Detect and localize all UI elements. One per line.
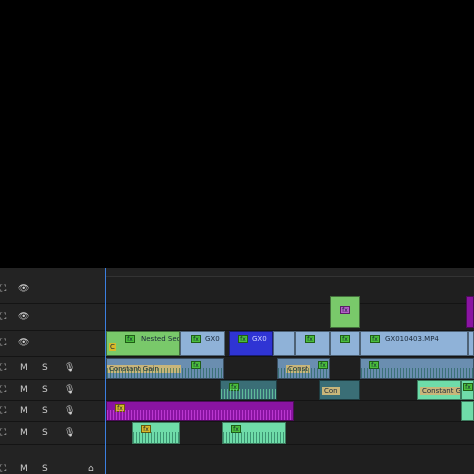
- audio-clip[interactable]: fx Constant Gain: [106, 358, 224, 379]
- fx-badge: fx: [370, 335, 380, 343]
- toggle-sync-lock-icon[interactable]: ⛶: [0, 464, 6, 474]
- audio-clip[interactable]: fx: [461, 380, 474, 400]
- fx-badge: fx: [340, 306, 350, 314]
- track-v3: ⛶ 👁: [0, 276, 474, 303]
- audio-clip[interactable]: fx: [132, 422, 180, 444]
- audio-clip[interactable]: fx: [220, 380, 277, 400]
- mute-button[interactable]: M: [20, 385, 28, 395]
- track-a4: ⛶ M S 🎙 fx fx: [0, 422, 474, 444]
- timeline-panel: ⛶ 👁 ⛶ 👁 fx ⛶ 👁 fx Nested Seq C fx GX0 fx…: [0, 268, 474, 474]
- fx-badge: fx: [238, 335, 248, 343]
- clip-label: Constant G: [420, 387, 460, 395]
- audio-clip[interactable]: fx: [106, 401, 294, 421]
- expand-icon[interactable]: ⌂: [88, 464, 94, 474]
- video-clip-selected[interactable]: fx GX0: [229, 331, 273, 356]
- fx-badge: fx: [305, 335, 315, 343]
- clip-label: Con: [322, 387, 340, 395]
- fx-badge: fx: [340, 335, 350, 343]
- microphone-icon[interactable]: 🎙: [64, 428, 75, 438]
- solo-button[interactable]: S: [42, 406, 48, 416]
- video-clip[interactable]: fx: [330, 331, 360, 356]
- clip-label: Nested Seq: [141, 335, 180, 343]
- fx-badge: fx: [463, 383, 473, 391]
- track-v2: ⛶ 👁 fx: [0, 296, 474, 330]
- mute-button[interactable]: M: [20, 428, 28, 438]
- toggle-sync-lock-icon[interactable]: ⛶: [0, 385, 6, 395]
- track-a3: ⛶ M S 🎙 fx: [0, 401, 474, 421]
- microphone-icon[interactable]: 🎙: [64, 385, 75, 395]
- solo-button[interactable]: S: [42, 464, 48, 474]
- video-clip[interactable]: fx GX0: [180, 331, 225, 356]
- clip-label: GX010403.MP4: [385, 335, 439, 343]
- track-divider: [0, 356, 474, 357]
- video-clip-nested-seq[interactable]: fx Nested Seq C: [106, 331, 180, 356]
- clip-label: C: [109, 343, 116, 351]
- playhead[interactable]: [105, 268, 106, 474]
- mute-button[interactable]: M: [20, 464, 28, 474]
- toggle-sync-lock-icon[interactable]: ⛶: [0, 312, 6, 322]
- clip-label: GX0: [205, 335, 220, 343]
- fx-badge: fx: [191, 335, 201, 343]
- solo-button[interactable]: S: [42, 363, 48, 373]
- eye-icon[interactable]: 👁: [18, 284, 29, 294]
- clip-label: GX0: [252, 335, 267, 343]
- eye-icon[interactable]: 👁: [18, 338, 29, 348]
- microphone-icon[interactable]: 🎙: [64, 406, 75, 416]
- mute-button[interactable]: M: [20, 406, 28, 416]
- eye-icon[interactable]: 👁: [18, 312, 29, 322]
- solo-button[interactable]: S: [42, 428, 48, 438]
- video-clip[interactable]: fx: [330, 296, 360, 328]
- track-a5: ⛶ M S ⌂: [0, 445, 474, 474]
- track-v1: ⛶ 👁 fx Nested Seq C fx GX0 fx GX0 fx fx …: [0, 331, 474, 356]
- toggle-sync-lock-icon[interactable]: ⛶: [0, 338, 6, 348]
- toggle-sync-lock-icon[interactable]: ⛶: [0, 363, 6, 373]
- track-a1: ⛶ M S 🎙 fx Constant Gain fx Const fx: [0, 358, 474, 379]
- audio-clip[interactable]: fx: [222, 422, 286, 444]
- video-clip[interactable]: fx: [295, 331, 330, 356]
- video-clip[interactable]: [273, 331, 295, 356]
- track-a2: ⛶ M S 🎙 fx Con Constant G fx: [0, 380, 474, 400]
- microphone-icon[interactable]: 🎙: [64, 363, 75, 373]
- video-clip-gx010403[interactable]: fx GX010403.MP4: [360, 331, 468, 356]
- toggle-sync-lock-icon[interactable]: ⛶: [0, 284, 6, 294]
- toggle-sync-lock-icon[interactable]: ⛶: [0, 428, 6, 438]
- video-clip[interactable]: [468, 331, 474, 356]
- toggle-sync-lock-icon[interactable]: ⛶: [0, 406, 6, 416]
- audio-clip[interactable]: Constant G: [417, 380, 461, 400]
- audio-clip[interactable]: fx Const: [277, 358, 330, 379]
- fx-badge: fx: [125, 335, 135, 343]
- audio-clip[interactable]: Con: [319, 380, 360, 400]
- audio-clip[interactable]: fx: [360, 358, 474, 379]
- video-clip[interactable]: [466, 296, 474, 328]
- audio-clip[interactable]: [461, 401, 474, 421]
- solo-button[interactable]: S: [42, 385, 48, 395]
- mute-button[interactable]: M: [20, 363, 28, 373]
